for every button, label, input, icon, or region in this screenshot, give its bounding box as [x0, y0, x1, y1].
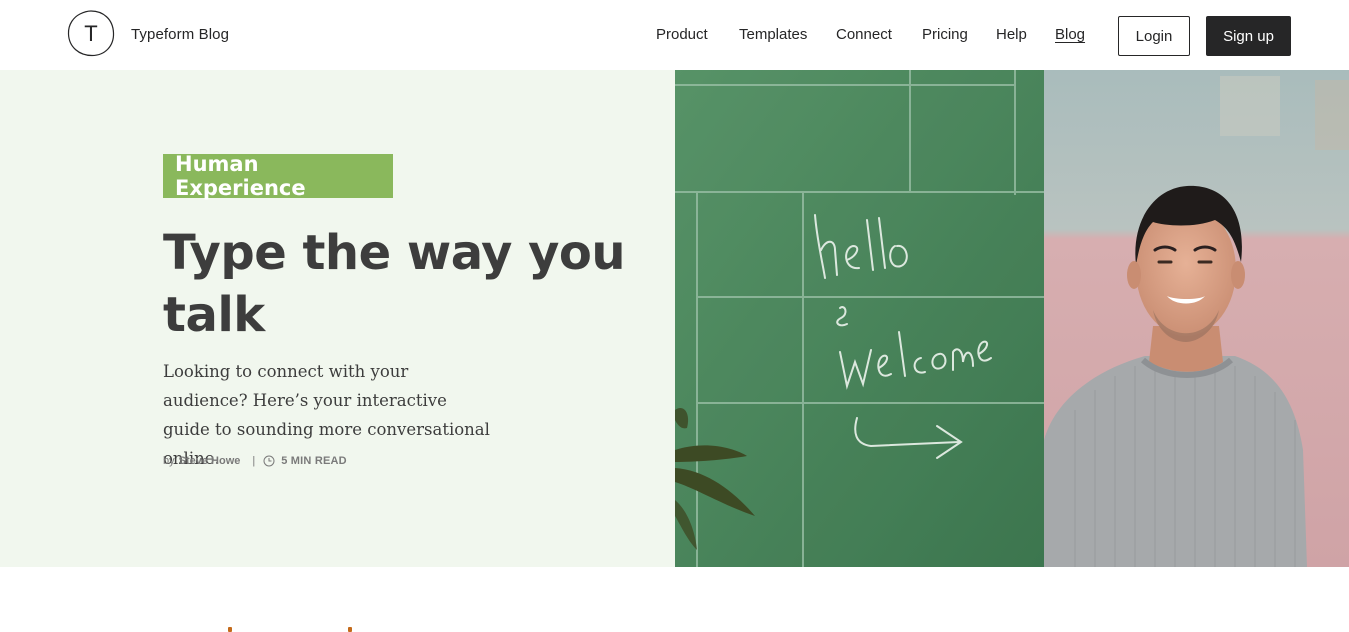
article-meta: by Steve Howe | 5 MIN READ [163, 454, 347, 468]
brand-name[interactable]: Typeform Blog [131, 26, 229, 43]
content-area [0, 567, 1349, 632]
signup-button[interactable]: Sign up [1206, 16, 1291, 56]
author-name[interactable]: Steve Howe [179, 455, 241, 467]
login-button[interactable]: Login [1118, 16, 1190, 56]
by-label: by [163, 455, 175, 467]
clock-icon [263, 455, 275, 467]
hero-image [675, 70, 1349, 567]
article-title: Type the way you talk [163, 225, 626, 343]
nav-item-product[interactable]: Product [656, 26, 708, 43]
read-time: 5 MIN READ [281, 455, 347, 467]
nav-item-blog[interactable]: Blog [1055, 26, 1085, 43]
nav-item-help[interactable]: Help [996, 26, 1027, 43]
category-tag[interactable]: Human Experience [163, 152, 393, 200]
svg-text:T: T [84, 21, 97, 46]
nav-item-pricing[interactable]: Pricing [922, 26, 968, 43]
meta-separator: | [252, 455, 256, 467]
nav-item-templates[interactable]: Templates [739, 26, 807, 43]
typeform-logo-icon[interactable]: T [66, 8, 116, 58]
next-heading-peek [200, 627, 360, 632]
nav-item-connect[interactable]: Connect [836, 26, 892, 43]
site-header: T Typeform Blog Product Templates Connec… [0, 0, 1349, 70]
